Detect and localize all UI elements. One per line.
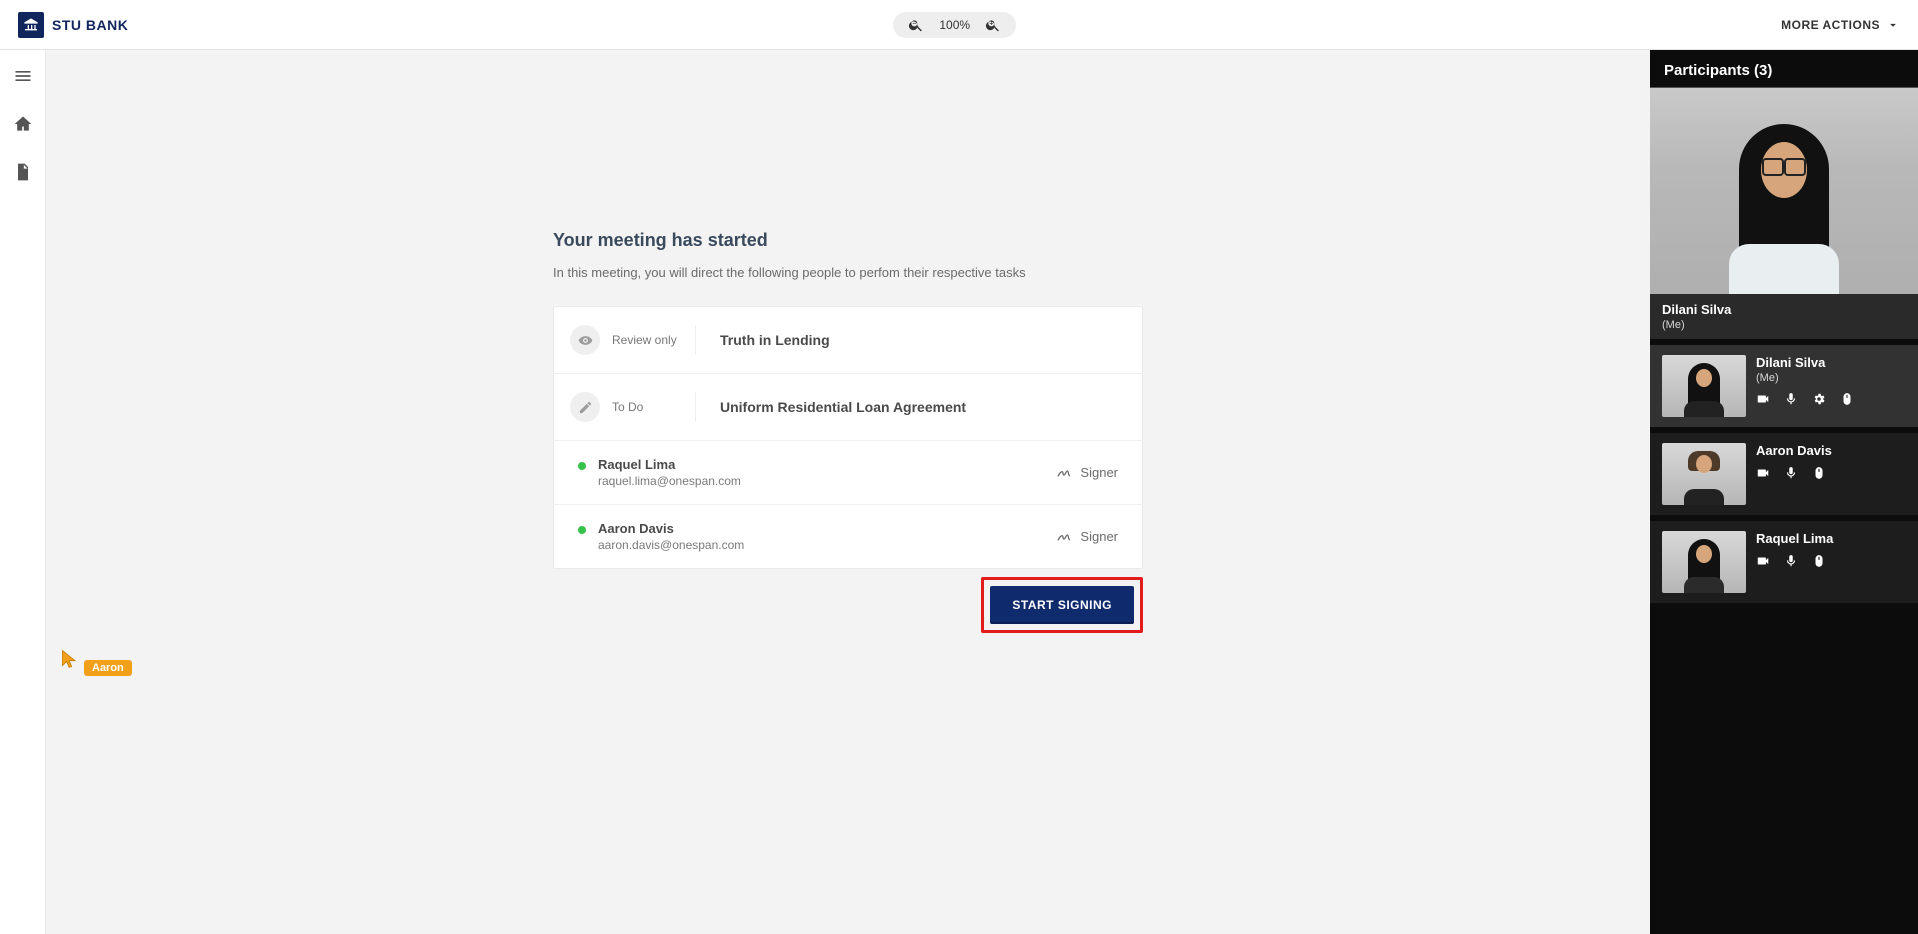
mouse-icon[interactable]: [1840, 392, 1854, 409]
main-area: Your meeting has started In this meeting…: [46, 50, 1650, 934]
video-feed: [1650, 88, 1918, 294]
meeting-heading: Your meeting has started: [553, 230, 1143, 251]
participant-name: Dilani Silva: [1662, 302, 1906, 317]
microphone-icon[interactable]: [1784, 466, 1798, 483]
mouse-icon[interactable]: [1812, 554, 1826, 571]
chevron-down-icon: [1886, 18, 1900, 32]
shell: Your meeting has started In this meeting…: [0, 50, 1918, 934]
signer-role-label: Signer: [1080, 465, 1118, 480]
participant-tile-primary: Dilani Silva (Me): [1650, 88, 1918, 339]
more-actions-menu[interactable]: MORE ACTIONS: [1781, 18, 1900, 32]
callout-highlight: START SIGNING: [981, 577, 1143, 633]
participant-name: Dilani Silva: [1756, 355, 1906, 370]
participants-header: Participants (3): [1650, 50, 1918, 88]
task-row: To Do Uniform Residential Loan Agreement: [554, 374, 1142, 441]
participants-panel: Participants (3) Dilani Silva (Me) Dilan…: [1650, 50, 1918, 934]
pencil-icon: [570, 392, 600, 422]
meeting-subheading: In this meeting, you will direct the fol…: [553, 265, 1143, 280]
signer-role: Signer: [1056, 465, 1118, 481]
eye-icon: [570, 325, 600, 355]
left-rail: [0, 50, 46, 934]
signer-row: Raquel Lima raquel.lima@onespan.com Sign…: [554, 441, 1142, 505]
status-online-icon: [578, 462, 586, 470]
task-title: Truth in Lending: [696, 332, 830, 348]
cursor-icon: [60, 648, 80, 670]
task-row: Review only Truth in Lending: [554, 307, 1142, 374]
more-actions-label: MORE ACTIONS: [1781, 18, 1880, 32]
avatar: [1729, 124, 1839, 294]
participant-controls: [1756, 392, 1906, 409]
participant-tile: Aaron Davis: [1650, 433, 1918, 515]
signature-icon: [1056, 529, 1072, 545]
signer-name: Aaron Davis: [598, 521, 744, 536]
zoom-control: 100%: [893, 12, 1016, 38]
bank-icon: [23, 17, 39, 33]
document-icon[interactable]: [13, 162, 33, 182]
task-title: Uniform Residential Loan Agreement: [696, 399, 966, 415]
participant-label: Dilani Silva (Me): [1650, 294, 1918, 339]
avatar: [1684, 451, 1724, 505]
video-thumbnail: [1662, 531, 1746, 593]
signer-role-label: Signer: [1080, 529, 1118, 544]
brand-logo: [18, 12, 44, 38]
zoom-value: 100%: [939, 18, 970, 32]
brand-title: STU BANK: [52, 17, 128, 33]
home-icon[interactable]: [13, 114, 33, 134]
start-signing-button[interactable]: START SIGNING: [990, 586, 1134, 624]
signer-row: Aaron Davis aaron.davis@onespan.com Sign…: [554, 505, 1142, 568]
task-status: Review only: [612, 333, 677, 347]
signature-icon: [1056, 465, 1072, 481]
mouse-icon[interactable]: [1812, 466, 1826, 483]
settings-icon[interactable]: [1812, 392, 1826, 409]
signer-email: raquel.lima@onespan.com: [598, 474, 741, 488]
zoom-out-icon[interactable]: [907, 16, 925, 34]
video-thumbnail: [1662, 443, 1746, 505]
task-status: To Do: [612, 400, 643, 414]
participant-name: Raquel Lima: [1756, 531, 1906, 546]
task-left: To Do: [570, 392, 696, 422]
signer-email: aaron.davis@onespan.com: [598, 538, 744, 552]
participant-name: Aaron Davis: [1756, 443, 1906, 458]
meeting-panel: Your meeting has started In this meeting…: [553, 230, 1143, 633]
participant-tile: Raquel Lima: [1650, 521, 1918, 603]
action-area: START SIGNING: [553, 577, 1143, 633]
tasks-card: Review only Truth in Lending To Do Unifo…: [553, 306, 1143, 569]
microphone-icon[interactable]: [1784, 392, 1798, 409]
signer-name: Raquel Lima: [598, 457, 741, 472]
signer-role: Signer: [1056, 529, 1118, 545]
participant-controls: [1756, 466, 1906, 483]
remote-cursor-label: Aaron: [84, 660, 132, 676]
participant-tile-self: Dilani Silva (Me): [1650, 345, 1918, 427]
menu-icon[interactable]: [13, 66, 33, 86]
brand: STU BANK: [18, 12, 128, 38]
top-bar: STU BANK 100% MORE ACTIONS: [0, 0, 1918, 50]
avatar: [1684, 539, 1724, 593]
camera-icon[interactable]: [1756, 466, 1770, 483]
camera-icon[interactable]: [1756, 554, 1770, 571]
video-thumbnail: [1662, 355, 1746, 417]
participant-controls: [1756, 554, 1906, 571]
microphone-icon[interactable]: [1784, 554, 1798, 571]
participant-me: (Me): [1662, 319, 1906, 331]
zoom-in-icon[interactable]: [984, 16, 1002, 34]
participant-me: (Me): [1756, 372, 1906, 384]
avatar: [1684, 363, 1724, 417]
status-online-icon: [578, 526, 586, 534]
task-left: Review only: [570, 325, 696, 355]
remote-cursor: Aaron: [60, 648, 132, 676]
camera-icon[interactable]: [1756, 392, 1770, 409]
